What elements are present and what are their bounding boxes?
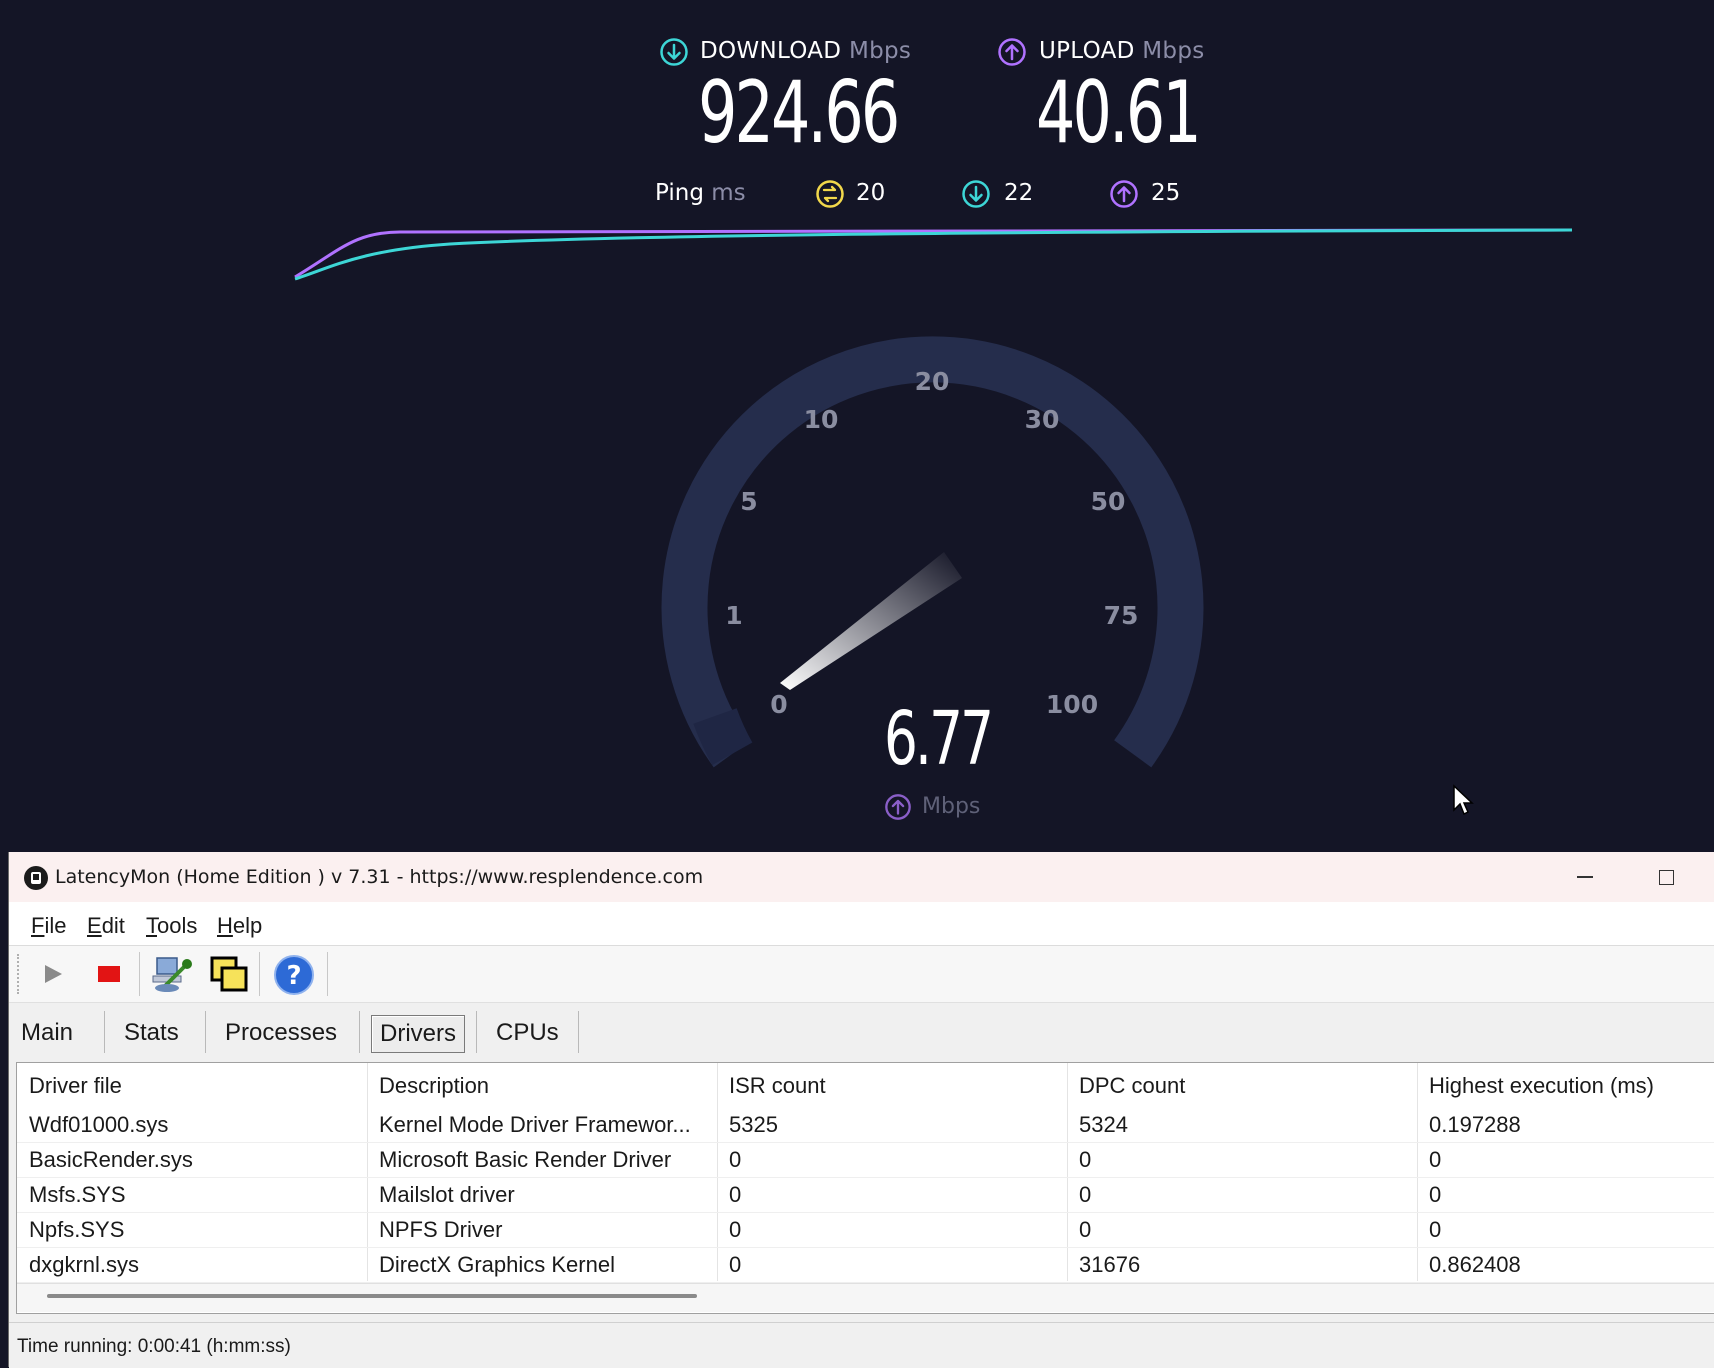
gauge-tick-1: 1	[725, 601, 742, 630]
toolbar-separator-2	[259, 952, 260, 996]
gauge-tick-30: 30	[1025, 405, 1060, 434]
cell-highest-execution: 0	[1429, 1182, 1442, 1207]
column-header-driver-file[interactable]: Driver file	[29, 1073, 122, 1099]
cell-isr-count: 0	[729, 1182, 742, 1207]
table-row[interactable]: Wdf01000.sys Kernel Mode Driver Framewor.…	[17, 1108, 1714, 1143]
cell-driver-file: BasicRender.sys	[29, 1147, 193, 1172]
drivers-table[interactable]: Driver file Description ISR count DPC co…	[16, 1062, 1714, 1314]
cell-highest-execution: 0	[1429, 1147, 1442, 1172]
tab-processes[interactable]: Processes	[217, 1015, 345, 1051]
menu-tools-rest: ools	[157, 913, 198, 938]
speed-gauge: 0 1 5 10 20 30 50 75 100	[661, 336, 1204, 768]
cell-driver-file: Msfs.SYS	[29, 1182, 126, 1207]
menu-tools-mnemonic: T	[146, 913, 157, 938]
menu-edit-mnemonic: E	[87, 913, 102, 938]
gauge-upload-icon	[885, 794, 911, 820]
gauge-tick-100: 100	[1046, 690, 1098, 719]
cell-driver-file: Npfs.SYS	[29, 1217, 125, 1242]
svg-text:?: ?	[286, 961, 301, 991]
maximize-button[interactable]	[1659, 870, 1674, 885]
gauge-tick-10: 10	[804, 405, 839, 434]
minimize-button[interactable]	[1577, 876, 1593, 878]
mouse-cursor-icon	[1453, 784, 1474, 816]
tab-drivers[interactable]: Drivers	[371, 1015, 465, 1053]
speedtest-panel: DOWNLOAD Mbps 924.66 UPLOAD Mbps 40.61 P…	[0, 0, 1714, 852]
table-row[interactable]: BasicRender.sys Microsoft Basic Render Dr…	[17, 1143, 1714, 1178]
latencymon-window: LatencyMon (Home Edition ) v 7.31 - http…	[8, 852, 1714, 1368]
window-title: LatencyMon (Home Edition ) v 7.31 - http…	[55, 866, 704, 888]
horizontal-scrollbar[interactable]	[17, 1283, 1714, 1312]
cell-highest-execution: 0.197288	[1429, 1112, 1521, 1137]
menu-help[interactable]: Help	[217, 913, 262, 939]
start-icon[interactable]	[41, 962, 65, 986]
cell-dpc-count: 5324	[1079, 1112, 1128, 1137]
column-header-highest-execution[interactable]: Highest execution (ms)	[1429, 1073, 1654, 1099]
stop-icon[interactable]	[97, 963, 121, 985]
menu-file-rest: ile	[44, 913, 67, 938]
menu-edit[interactable]: Edit	[87, 913, 125, 939]
tab-main[interactable]: Main	[13, 1015, 81, 1051]
cell-isr-count: 0	[729, 1217, 742, 1242]
column-header-description[interactable]: Description	[379, 1073, 489, 1099]
tab-separator	[578, 1011, 579, 1053]
cell-description: Kernel Mode Driver Framewor...	[379, 1112, 691, 1137]
menu-file-mnemonic: F	[31, 913, 45, 938]
cell-isr-count: 0	[729, 1252, 742, 1277]
gauge-arc-fill	[693, 707, 753, 766]
menu-file[interactable]: File	[31, 913, 66, 939]
gauge-unit: Mbps	[922, 794, 981, 819]
toolbar-separator-3	[327, 952, 328, 996]
cell-isr-count: 5325	[729, 1112, 778, 1137]
tab-bar: Main Stats Processes Drivers CPUs	[9, 1003, 1714, 1059]
toolbar: ?	[9, 946, 1714, 1003]
app-icon	[24, 866, 48, 890]
toolbar-grip	[17, 954, 21, 994]
gauge-tick-0: 0	[770, 690, 787, 719]
cell-description: DirectX Graphics Kernel	[379, 1252, 615, 1277]
cell-highest-execution: 0	[1429, 1217, 1442, 1242]
scrollbar-thumb[interactable]	[47, 1294, 697, 1298]
cell-highest-execution: 0.862408	[1429, 1252, 1521, 1277]
table-row[interactable]: Npfs.SYS NPFS Driver 0 0 0	[17, 1213, 1714, 1248]
help-icon[interactable]: ?	[273, 954, 315, 996]
tab-separator	[359, 1011, 360, 1053]
cell-description: Microsoft Basic Render Driver	[379, 1147, 672, 1172]
cell-dpc-count: 0	[1079, 1182, 1092, 1207]
cell-description: NPFS Driver	[379, 1217, 503, 1242]
cell-isr-count: 0	[729, 1147, 742, 1172]
title-bar[interactable]: LatencyMon (Home Edition ) v 7.31 - http…	[9, 852, 1714, 902]
gauge-tick-5: 5	[740, 487, 757, 516]
windows-icon[interactable]	[209, 955, 249, 995]
tab-stats[interactable]: Stats	[116, 1015, 187, 1051]
tab-cpus[interactable]: CPUs	[488, 1015, 567, 1051]
menu-tools[interactable]: Tools	[146, 913, 197, 939]
gauge-needle	[780, 552, 962, 690]
gauge-tick-20: 20	[915, 367, 950, 396]
status-bar: Time running: 0:00:41 (h:mm:ss)	[9, 1322, 1714, 1368]
cell-driver-file: dxgkrnl.sys	[29, 1252, 140, 1277]
toolbar-separator	[139, 952, 140, 996]
cell-description: Mailslot driver	[379, 1182, 515, 1207]
column-header-isr-count[interactable]: ISR count	[729, 1073, 826, 1099]
cell-driver-file: Wdf01000.sys	[29, 1112, 169, 1137]
column-header-dpc-count[interactable]: DPC count	[1079, 1073, 1185, 1099]
tab-separator	[104, 1011, 105, 1053]
gauge-tick-75: 75	[1104, 601, 1139, 630]
system-report-icon[interactable]	[151, 954, 195, 994]
cell-dpc-count: 31676	[1079, 1252, 1141, 1277]
cell-dpc-count: 0	[1079, 1147, 1092, 1172]
menu-help-mnemonic: H	[217, 913, 233, 938]
status-time-running: Time running: 0:00:41 (h:mm:ss)	[17, 1336, 291, 1357]
menu-bar: File Edit Tools Help	[9, 902, 1714, 946]
menu-help-rest: elp	[232, 913, 263, 938]
table-row[interactable]: Msfs.SYS Mailslot driver 0 0 0	[17, 1178, 1714, 1213]
table-row[interactable]: dxgkrnl.sys DirectX Graphics Kernel 0 31676…	[17, 1248, 1714, 1283]
gauge-arc	[661, 336, 1204, 768]
tab-separator	[476, 1011, 477, 1053]
menu-edit-rest: dit	[101, 913, 125, 938]
tab-separator	[205, 1011, 206, 1053]
cell-dpc-count: 0	[1079, 1217, 1092, 1242]
gauge-current-value: 6.77	[884, 696, 994, 782]
gauge-tick-50: 50	[1091, 487, 1126, 516]
